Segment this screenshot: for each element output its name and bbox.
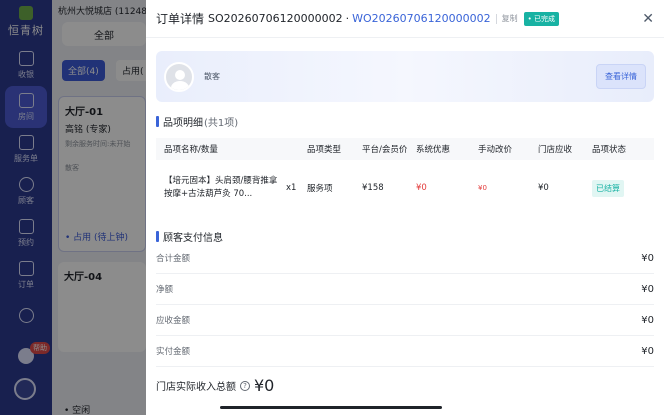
payment-row-paid: 实付金额 ¥0	[156, 336, 654, 367]
customer-card: 散客 查看详情	[156, 51, 654, 102]
items-count: (共1项)	[204, 118, 239, 129]
home-indicator	[220, 406, 442, 409]
income-label: 门店实际收入总额	[156, 382, 236, 393]
order-detail-modal: 订单详情 SO20260706120000002 · WO20260706120…	[146, 0, 664, 415]
payment-section-title: 顾客支付信息	[163, 233, 223, 244]
store-income-total: 门店实际收入总额 ? ¥0	[156, 376, 274, 395]
nav-item-orders[interactable]: 订单	[0, 254, 52, 296]
number-separator: ·	[345, 12, 350, 25]
room-note: 散客	[65, 164, 79, 172]
tree-logo-icon	[19, 6, 33, 20]
item-system-discount: ¥0	[416, 183, 427, 193]
nav-item-customers[interactable]: 顾客	[0, 170, 52, 212]
calendar-icon	[18, 218, 34, 234]
item-receivable: ¥0	[538, 183, 549, 193]
modal-title: 订单详情	[156, 12, 205, 26]
close-icon[interactable]: ✕	[642, 11, 654, 27]
filter-chip-occupied[interactable]: 占用(	[116, 60, 150, 81]
room-status: • 占用 (待上钟)	[65, 233, 129, 243]
user-avatar[interactable]	[14, 378, 36, 400]
nav-item-label: 服务单	[14, 153, 38, 163]
side-nav: 恒青树 收银 房间 服务单 顾客 预约 订单 帮助	[0, 0, 52, 415]
col-header-type: 品项类型	[307, 145, 342, 155]
items-table-header: 品项名称/数量 品项类型 平台/会员价 系统优惠 手动改价 门店应收 品项状态	[156, 138, 654, 160]
payment-row-net: 净额 ¥0	[156, 274, 654, 305]
room-card[interactable]: 大厅-04	[58, 262, 146, 352]
order-list-icon	[18, 260, 34, 276]
help-button[interactable]: 帮助	[8, 342, 50, 370]
nav-item-label: 顾客	[18, 195, 34, 205]
payment-label: 合计金额	[156, 254, 191, 264]
logo-text: 恒青树	[8, 24, 44, 37]
income-amount: ¥0	[254, 376, 275, 395]
help-question-icon[interactable]: ?	[240, 380, 250, 391]
item-status-badge: 已结算	[592, 179, 624, 197]
nav-item-label: 订单	[18, 279, 34, 289]
wo-number-link[interactable]: WO20260706120000002	[352, 12, 491, 25]
room-title: 大厅-01	[65, 107, 104, 118]
payment-value: ¥0	[641, 252, 654, 264]
item-price: ¥158	[362, 183, 384, 193]
col-header-name: 品项名称/数量	[164, 145, 218, 155]
modal-header: 订单详情 SO20260706120000002 · WO20260706120…	[146, 0, 664, 38]
home-icon	[18, 92, 34, 108]
service-order-icon	[18, 134, 34, 150]
items-section-title: 品项明细	[163, 118, 203, 129]
customer-icon	[18, 176, 34, 192]
col-header-manual-change: 手动改价	[478, 145, 513, 155]
payment-value: ¥0	[641, 345, 654, 357]
nav-item-cashier[interactable]: 收银	[0, 44, 52, 86]
payment-row-total: 合计金额 ¥0	[156, 243, 654, 274]
filter-chip-all[interactable]: 全部(4)	[62, 60, 105, 81]
col-header-status: 品项状态	[592, 145, 627, 155]
item-qty: x1	[286, 183, 297, 193]
nav-item-label: 房间	[18, 111, 34, 121]
payment-label: 实付金额	[156, 347, 191, 357]
payment-row-receivable: 应收金额 ¥0	[156, 305, 654, 336]
payment-value: ¥0	[641, 283, 654, 295]
payment-section-header: 顾客支付信息	[156, 229, 223, 244]
item-type: 服务项	[307, 184, 333, 194]
payment-value: ¥0	[641, 314, 654, 326]
payment-label: 净额	[156, 285, 174, 295]
help-badge: 帮助	[30, 342, 50, 354]
col-header-receivable: 门店应收	[538, 145, 573, 155]
people-icon	[18, 308, 34, 323]
payment-label: 应收金额	[156, 316, 191, 326]
nav-item-label: 预约	[18, 237, 34, 247]
nav-item-rooms[interactable]: 房间	[5, 86, 47, 128]
view-customer-button[interactable]: 查看详情	[596, 64, 646, 89]
room-free-status: • 空闲	[64, 406, 91, 415]
tab-all[interactable]: 全部	[62, 22, 146, 46]
status-badge: • 已完成	[523, 11, 560, 26]
room-card[interactable]: 大厅-01 高铭 (专家) 剩余服务时间:未开始 散客 • 占用 (待上钟)	[58, 96, 146, 252]
col-header-price: 平台/会员价	[362, 145, 408, 155]
room-meta: 剩余服务时间:未开始	[65, 140, 131, 148]
nav-item-service-orders[interactable]: 服务单	[0, 128, 52, 170]
nav-item-appointments[interactable]: 预约	[0, 212, 52, 254]
customer-avatar-icon	[164, 61, 194, 92]
room-staff: 高铭 (专家)	[65, 125, 111, 135]
store-name: 杭州大悦城店 (11248	[58, 7, 148, 17]
customer-name: 散客	[204, 72, 220, 81]
item-name: 【培元固本】头肩颈/腰背推拿按摩+古法葫芦灸 70...	[164, 176, 278, 199]
section-accent-bar	[156, 231, 159, 242]
copy-button[interactable]: 复制	[502, 13, 518, 24]
app-logo: 恒青树	[0, 0, 52, 44]
divider	[495, 13, 497, 24]
col-header-system-discount: 系统优惠	[416, 145, 451, 155]
room-title: 大厅-04	[64, 272, 103, 283]
nav-item-staff[interactable]	[0, 296, 52, 338]
so-number: SO20260706120000002	[208, 12, 343, 25]
cashier-monitor-icon	[18, 50, 34, 66]
item-manual-change: ¥0	[478, 184, 487, 192]
items-section-header: 品项明细 (共1项)	[156, 114, 238, 129]
table-row: 【培元固本】头肩颈/腰背推拿按摩+古法葫芦灸 70... x1 服务项 ¥158…	[156, 162, 654, 214]
section-accent-bar	[156, 116, 159, 127]
nav-item-label: 收银	[18, 69, 34, 79]
